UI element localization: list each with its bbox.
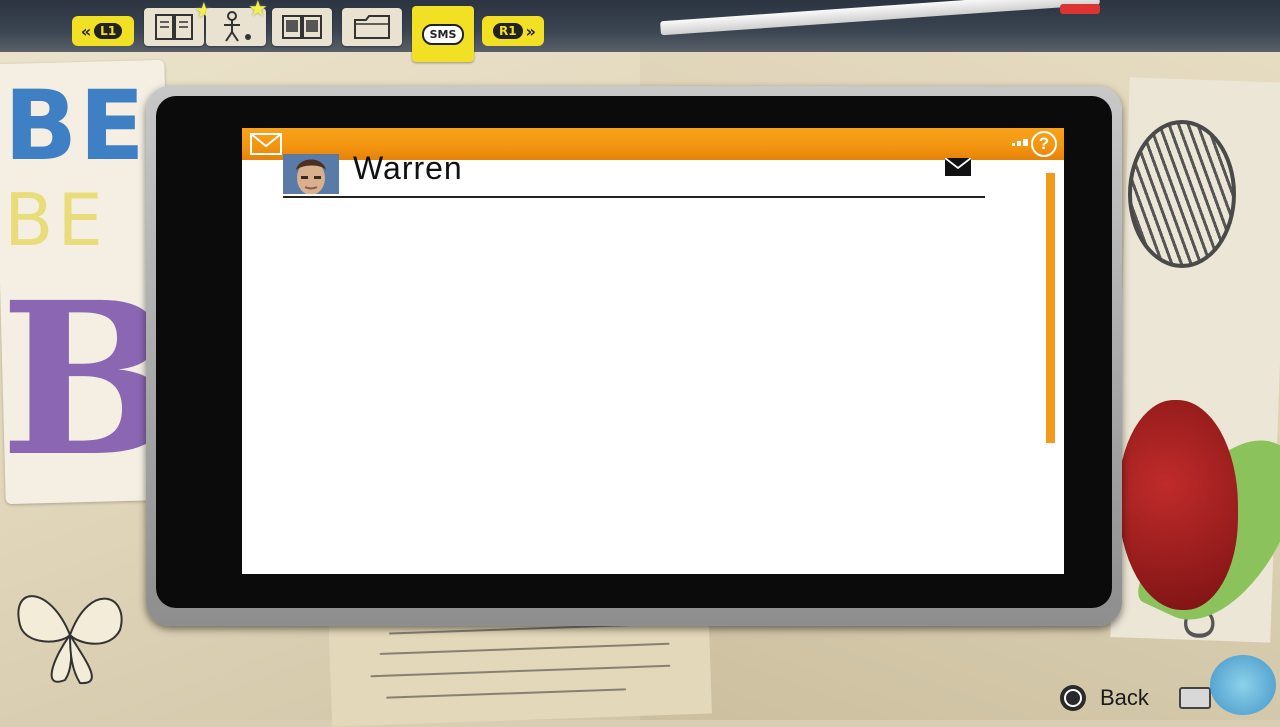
journal-icon (155, 14, 193, 40)
signal-icon (1012, 139, 1028, 146)
tab-photos[interactable] (272, 8, 332, 46)
photos-icon (282, 15, 322, 39)
l1-label: L1 (94, 23, 123, 39)
sticker-word-yellow: BE (4, 178, 107, 262)
sticker-word-blue: BE (4, 70, 147, 182)
button-hint-bar: Back (1060, 680, 1211, 716)
star-icon: ★ (248, 0, 268, 21)
r1-next-tab-button[interactable]: R1 » (482, 16, 544, 46)
circle-button-icon[interactable] (1060, 685, 1086, 711)
back-label[interactable]: Back (1100, 685, 1149, 711)
sms-screen: ? Warren (242, 128, 1064, 574)
chevron-right-icon: » (525, 21, 536, 41)
contact-name: Warren (353, 150, 463, 186)
envelope-icon (250, 133, 282, 155)
butterfly-drawing (17, 595, 123, 685)
tab-files[interactable] (342, 8, 402, 46)
envelope-icon (945, 158, 971, 176)
scrollbar[interactable] (1046, 173, 1055, 443)
contact-row[interactable]: Warren (283, 150, 985, 198)
l1-prev-tab-button[interactable]: « L1 (72, 16, 134, 46)
chevron-left-icon: « (80, 21, 92, 41)
files-icon (354, 15, 390, 39)
avatar-warren (283, 154, 339, 194)
journal-tab-bar: « L1 ★ ★ SMS R1 » (0, 0, 1280, 70)
r1-label: R1 (493, 23, 523, 39)
tab-sms[interactable]: SMS (412, 6, 474, 62)
sms-icon: SMS (421, 23, 465, 45)
help-icon[interactable]: ? (1031, 131, 1057, 157)
square-button-icon[interactable] (1178, 687, 1211, 709)
watermark-logo (1210, 655, 1276, 715)
